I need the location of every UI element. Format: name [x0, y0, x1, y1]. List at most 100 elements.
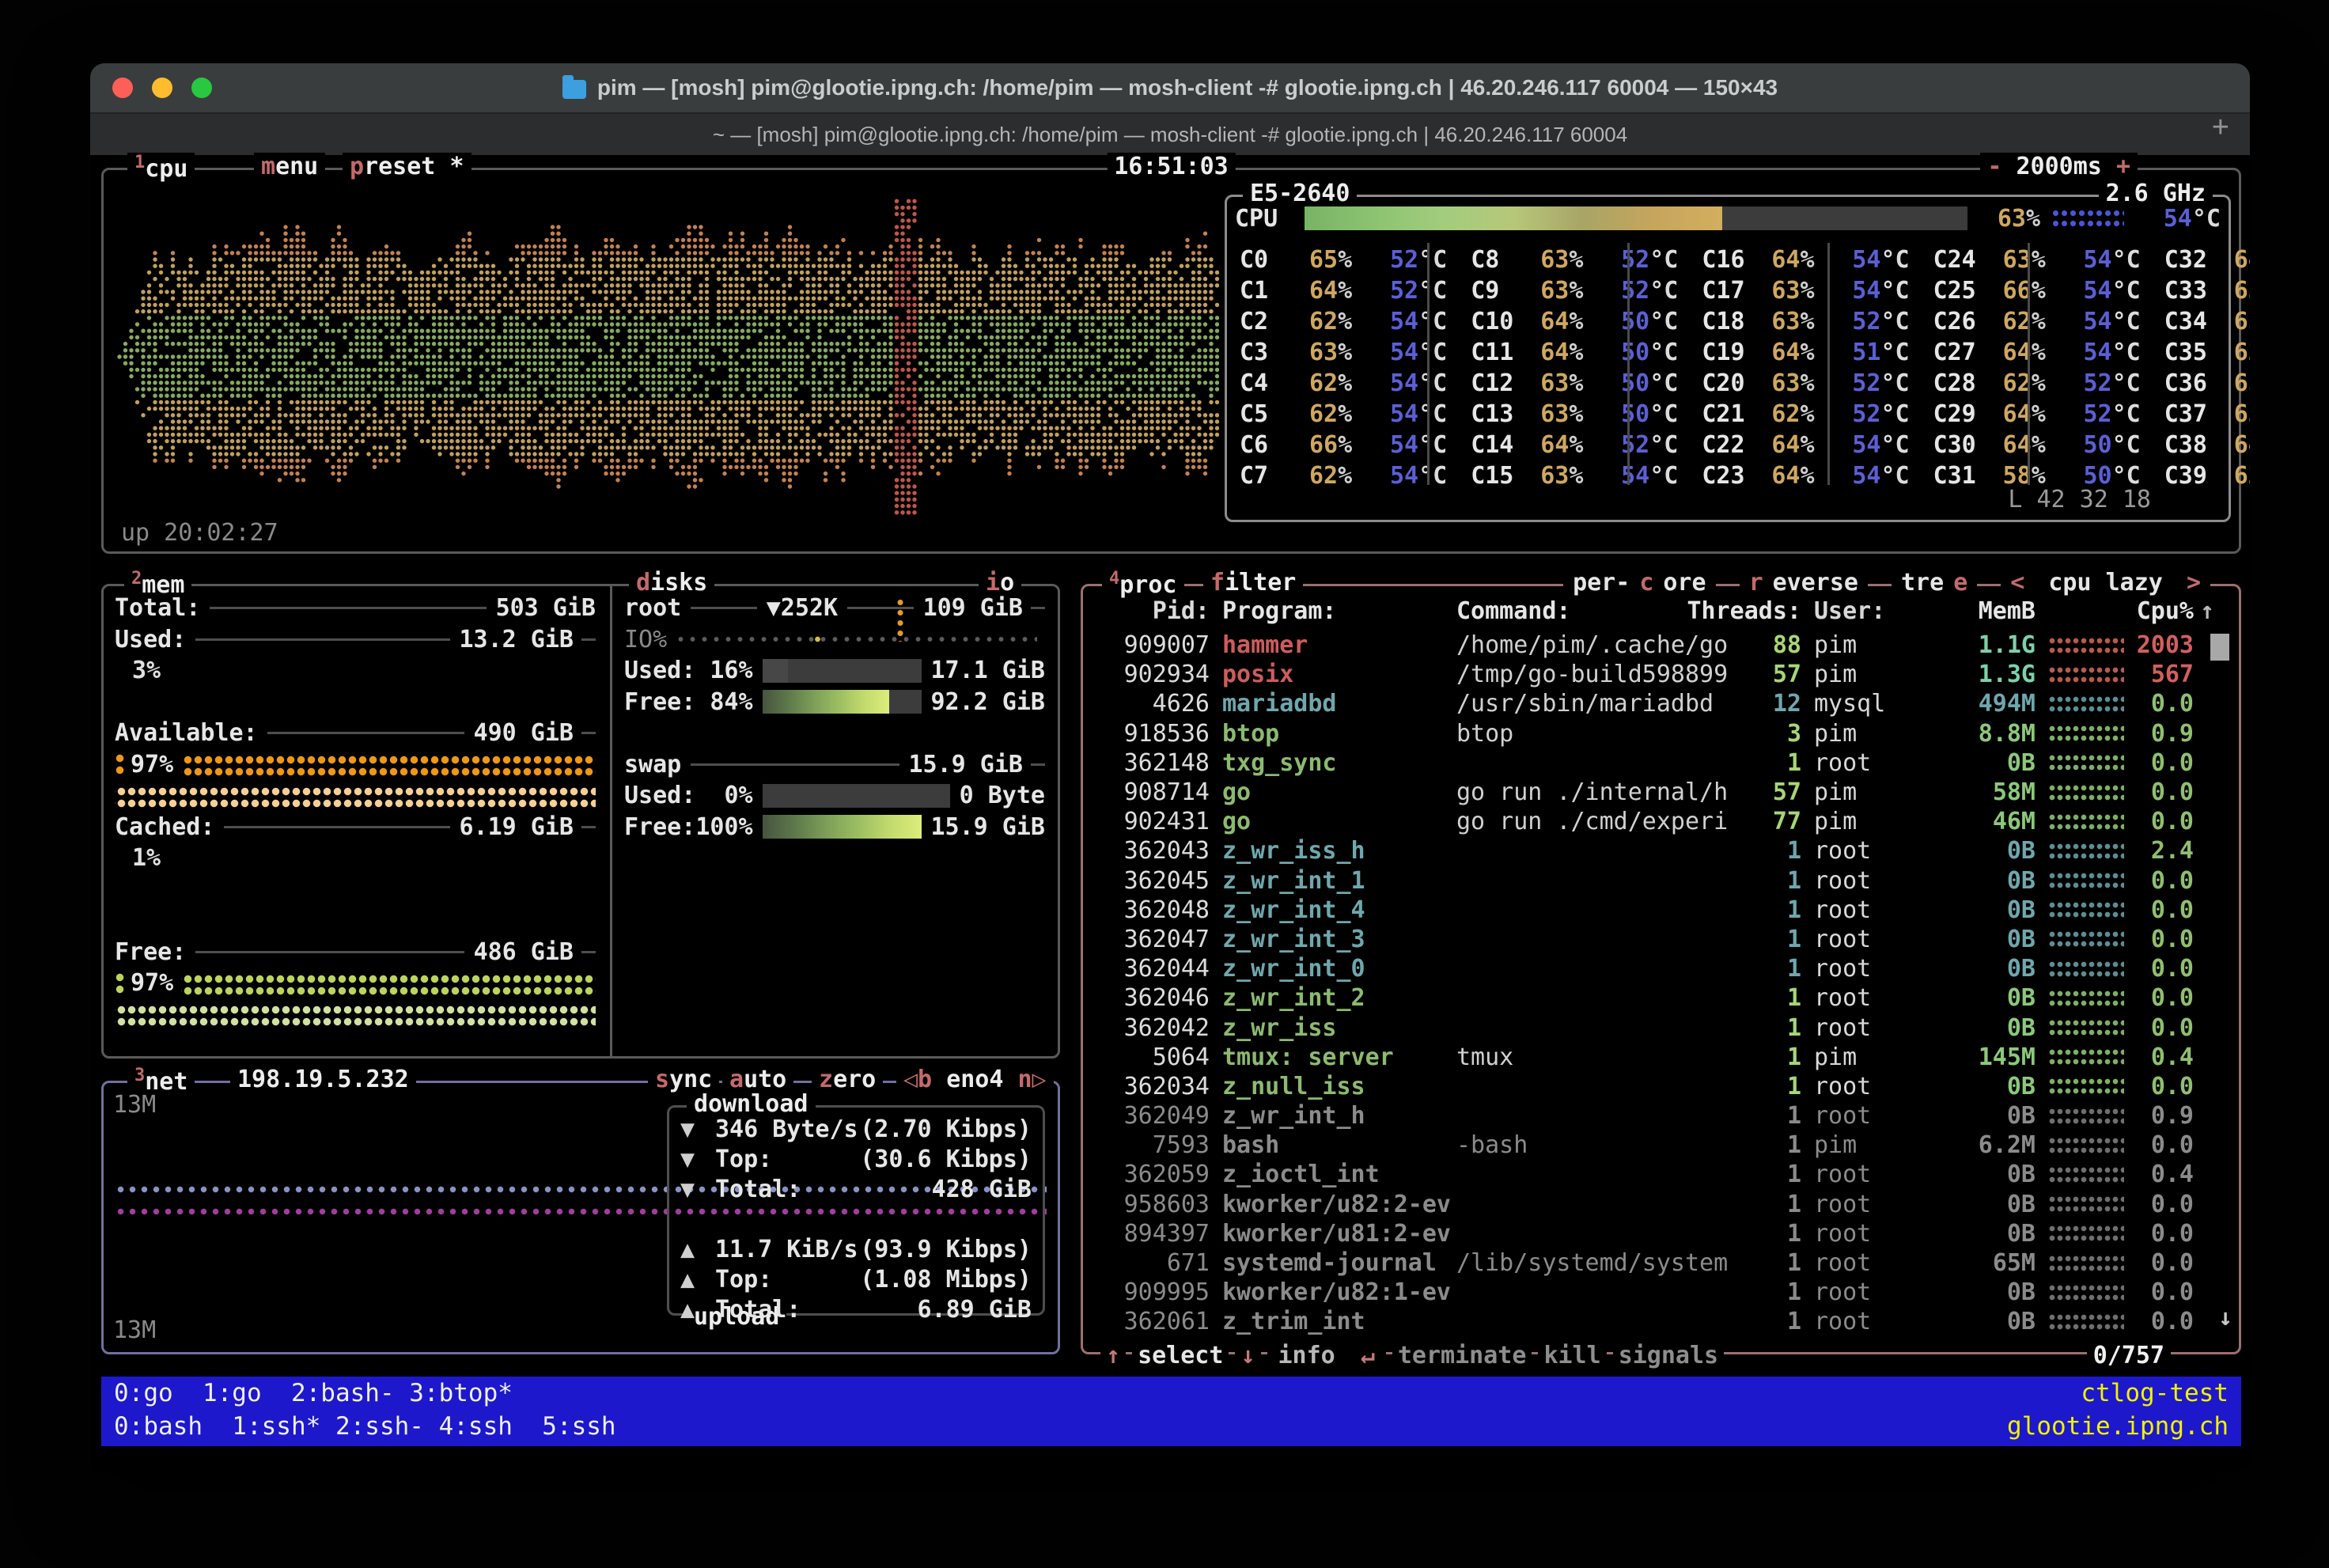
select-up-icon[interactable]: ↑ — [1100, 1342, 1126, 1369]
folder-icon — [562, 80, 586, 99]
minimize-button[interactable] — [152, 78, 172, 98]
select-down-icon[interactable]: ↓ — [1235, 1342, 1260, 1369]
proc-panel-title[interactable]: 4proc — [1102, 569, 1184, 599]
nic-prev-button[interactable]: ◁b — [903, 1066, 932, 1093]
sort-prev-button[interactable]: < — [2005, 569, 2029, 597]
upload-icon: ▲ — [680, 1266, 715, 1293]
process-row[interactable]: 894397 kworker/u81:2-ev 1 root 0B 0.0 — [1093, 1219, 2229, 1248]
process-cpu-meter — [2048, 665, 2124, 684]
process-row[interactable]: 902934 posix /tmp/go-build598899 57 pim … — [1093, 660, 2229, 689]
download-total-label: Total: — [715, 1176, 801, 1203]
process-row[interactable]: 918536 btop btop 3 pim 8.8M 0.9 — [1093, 719, 2229, 748]
net-zero-button[interactable]: zero — [812, 1066, 883, 1093]
core-cell: C3 63% 54°C — [1233, 337, 1464, 368]
upload-top-label: Top: — [715, 1266, 772, 1293]
col-command[interactable]: Command: — [1456, 597, 1683, 625]
mem-disks-panel: 2mem disks io Total:503 GiB Used:13.2 Gi… — [101, 584, 1060, 1059]
col-pid[interactable]: Pid: — [1093, 597, 1210, 625]
process-row[interactable]: 958603 kworker/u82:2-ev 1 root 0B 0.0 — [1093, 1190, 2229, 1219]
kill-button[interactable]: kill — [1538, 1342, 1606, 1369]
signals-button[interactable]: signals — [1613, 1342, 1724, 1369]
download-icon: ▼ — [680, 1176, 715, 1203]
core-cell: C10 64% 50°C — [1464, 306, 1695, 337]
close-button[interactable] — [112, 78, 133, 98]
new-tab-button[interactable]: + — [2212, 111, 2229, 145]
process-row[interactable]: 362061 z_trim_int 1 root 0B 0.0 — [1093, 1307, 2229, 1336]
core-cell: C27 64% 54°C — [1927, 337, 2158, 368]
process-row[interactable]: 362042 z_wr_iss 1 root 0B 0.0 — [1093, 1013, 2229, 1042]
core-cell: C20 63% 52°C — [1695, 368, 1926, 399]
disk-root-size: 109 GiB — [923, 594, 1023, 622]
core-cell: C16 64% 54°C — [1695, 244, 1926, 275]
col-memb[interactable]: MemB — [1941, 597, 2036, 625]
process-row[interactable]: 909007 hammer /home/pim/.cache/go 88 pim… — [1093, 631, 2229, 660]
preset-button[interactable]: preset * — [343, 153, 471, 180]
interval-plus-button[interactable]: + — [2116, 153, 2130, 180]
uptime: up 20:02:27 — [121, 519, 278, 547]
process-row[interactable]: 362047 z_wr_int_3 1 root 0B 0.0 — [1093, 925, 2229, 954]
disk-root-used-bar — [763, 659, 922, 683]
tmux-windows-inner[interactable]: 0:bash 1:ssh* 2:ssh- 4:ssh 5:ssh — [114, 1410, 616, 1443]
mem-used-value: 13.2 GiB — [460, 626, 574, 653]
info-button[interactable]: info ↵ — [1267, 1342, 1386, 1369]
core-cell: C17 63% 54°C — [1695, 275, 1926, 306]
disk-stats: root▼252K109 GiB IO% Used: 16%17.1 GiB F… — [624, 593, 1045, 843]
per-core-toggle[interactable]: per-core — [1563, 569, 1716, 597]
mem-available-pct: 97% — [131, 751, 173, 778]
process-row[interactable]: 362048 z_wr_int_4 1 root 0B 0.0 — [1093, 896, 2229, 925]
tab-title[interactable]: ~ — [mosh] pim@glootie.ipng.ch: /home/pi… — [713, 123, 1627, 147]
core-grid-divider — [2028, 243, 2030, 485]
disk-io-graph — [675, 635, 1037, 643]
mem-free-value: 486 GiB — [474, 938, 574, 966]
nic-next-button[interactable]: n▷ — [1018, 1066, 1047, 1093]
sort-direction-icon[interactable]: ↑ — [2194, 597, 2221, 625]
process-row[interactable]: 909995 kworker/u82:1-ev 1 root 0B 0.0 — [1093, 1278, 2229, 1307]
process-row[interactable]: 4626 mariadbd /usr/sbin/mariadbd 12 mysq… — [1093, 689, 2229, 718]
core-cell: C26 62% 54°C — [1927, 306, 2158, 337]
disk-root-free-label: Free: 84% — [624, 688, 753, 716]
process-row[interactable]: 902431 go go run ./cmd/experi 77 pim 46M… — [1093, 807, 2229, 836]
proc-panel: 4proc filter per-core reverse tree < cpu… — [1081, 584, 2241, 1354]
process-row[interactable]: 362045 z_wr_int_1 1 root 0B 0.0 — [1093, 866, 2229, 896]
core-cell: C38 64% 52°C — [2158, 430, 2250, 460]
select-button[interactable]: select — [1132, 1342, 1229, 1369]
process-row[interactable]: 5064 tmux: server tmux 1 pim 145M 0.4 — [1093, 1043, 2229, 1072]
net-scale-top: 13M — [113, 1091, 156, 1119]
process-cpu-meter — [2048, 1312, 2124, 1331]
process-row[interactable]: 908714 go go run ./internal/h 57 pim 58M… — [1093, 778, 2229, 807]
process-count: 0/757 — [2087, 1342, 2171, 1369]
reverse-toggle[interactable]: reverse — [1740, 569, 1868, 597]
process-row[interactable]: 362049 z_wr_int_h 1 root 0B 0.9 — [1093, 1101, 2229, 1131]
filter-button[interactable]: filter — [1203, 569, 1303, 597]
net-auto-button[interactable]: auto — [722, 1066, 793, 1093]
col-cpu[interactable]: Cpu% — [2124, 597, 2194, 625]
mem-available-meter — [181, 752, 596, 776]
cpu-panel-title[interactable]: 1cpu — [127, 153, 195, 183]
process-row[interactable]: 7593 bash -bash 1 pim 6.2M 0.0 — [1093, 1131, 2229, 1160]
core-cell: C28 62% 52°C — [1927, 368, 2158, 399]
col-program[interactable]: Program: — [1210, 597, 1456, 625]
sort-next-button[interactable]: > — [2182, 569, 2206, 597]
process-row[interactable]: 671 systemd-journal /lib/systemd/system … — [1093, 1248, 2229, 1278]
core-cell: C12 63% 50°C — [1464, 368, 1695, 399]
scrollbar-thumb[interactable] — [2210, 634, 2229, 661]
net-scale-bottom: 13M — [113, 1316, 156, 1344]
process-row[interactable]: 362148 txg_sync 1 root 0B 0.0 — [1093, 748, 2229, 778]
process-row[interactable]: 362044 z_wr_int_0 1 root 0B 0.0 — [1093, 954, 2229, 983]
process-row[interactable]: 362034 z_null_iss 1 root 0B 0.0 — [1093, 1072, 2229, 1101]
process-cpu-meter — [2048, 1047, 2124, 1066]
process-row[interactable]: 362059 z_ioctl_int 1 root 0B 0.4 — [1093, 1160, 2229, 1189]
scroll-down-icon[interactable]: ↓ — [2218, 1304, 2232, 1331]
tmux-windows-outer[interactable]: 0:go 1:go 2:bash- 3:btop* — [114, 1377, 513, 1410]
tree-toggle[interactable]: tree — [1892, 569, 1977, 597]
col-user[interactable]: User: — [1801, 597, 1941, 625]
net-sync-button[interactable]: sync — [648, 1066, 719, 1093]
maximize-button[interactable] — [191, 78, 212, 98]
interval-minus-button[interactable]: - — [1987, 153, 2001, 180]
cpu-total-temp: 54°C — [2124, 205, 2221, 233]
col-threads[interactable]: Threads: — [1683, 597, 1801, 625]
process-row[interactable]: 362043 z_wr_iss_h 1 root 0B 2.4 — [1093, 836, 2229, 865]
menu-button[interactable]: menu — [254, 153, 325, 180]
terminate-button[interactable]: terminate — [1392, 1342, 1532, 1369]
process-row[interactable]: 362046 z_wr_int_2 1 root 0B 0.0 — [1093, 983, 2229, 1013]
